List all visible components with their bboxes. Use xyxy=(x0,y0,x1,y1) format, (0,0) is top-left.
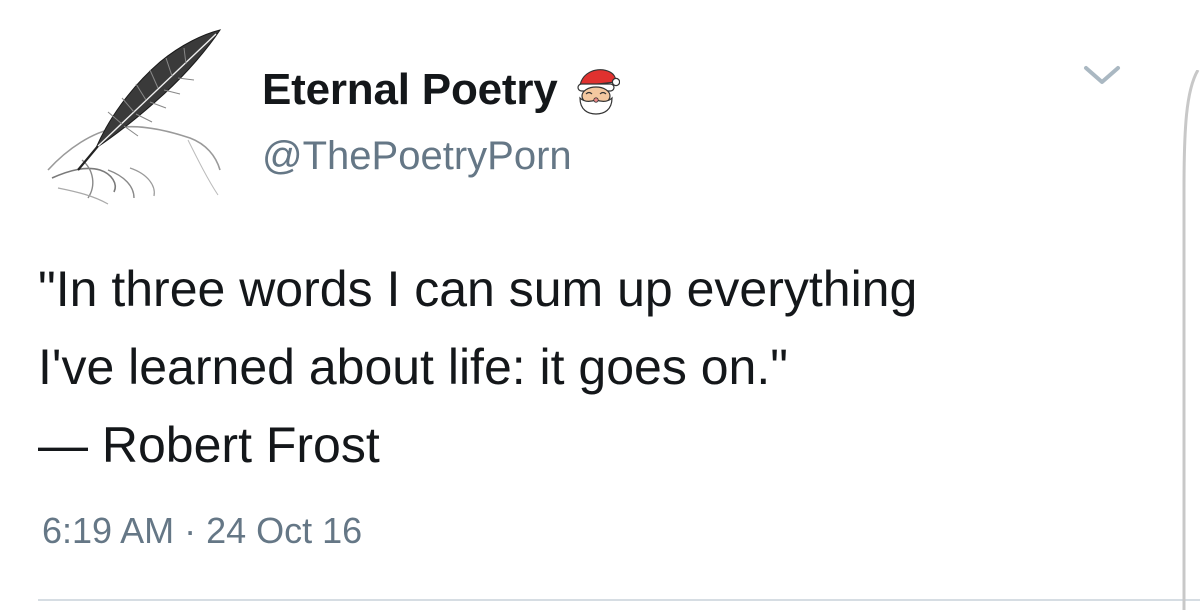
timestamp[interactable]: 6:19 AM · 24 Oct 16 xyxy=(42,510,362,552)
quill-hand-icon xyxy=(47,29,222,205)
tweet-text-line: "In three words I can sum up everything xyxy=(38,261,918,317)
display-name-row: Eternal Poetry xyxy=(262,62,620,118)
divider xyxy=(38,599,1200,601)
tweet-text-line: I've learned about life: it goes on." xyxy=(38,339,788,395)
avatar[interactable] xyxy=(38,20,223,205)
chevron-down-icon[interactable] xyxy=(1080,58,1124,92)
tweet-text-line: — Robert Frost xyxy=(38,417,380,473)
screen-edge-decoration xyxy=(1176,70,1200,610)
display-name[interactable]: Eternal Poetry xyxy=(262,65,558,115)
santa-emoji-icon xyxy=(572,64,620,116)
tweet-card: Eternal Poetry @ThePoetryPorn "In three … xyxy=(0,0,1200,610)
user-handle[interactable]: @ThePoetryPorn xyxy=(262,134,572,179)
tweet-text: "In three words I can sum up everything … xyxy=(38,250,1138,484)
